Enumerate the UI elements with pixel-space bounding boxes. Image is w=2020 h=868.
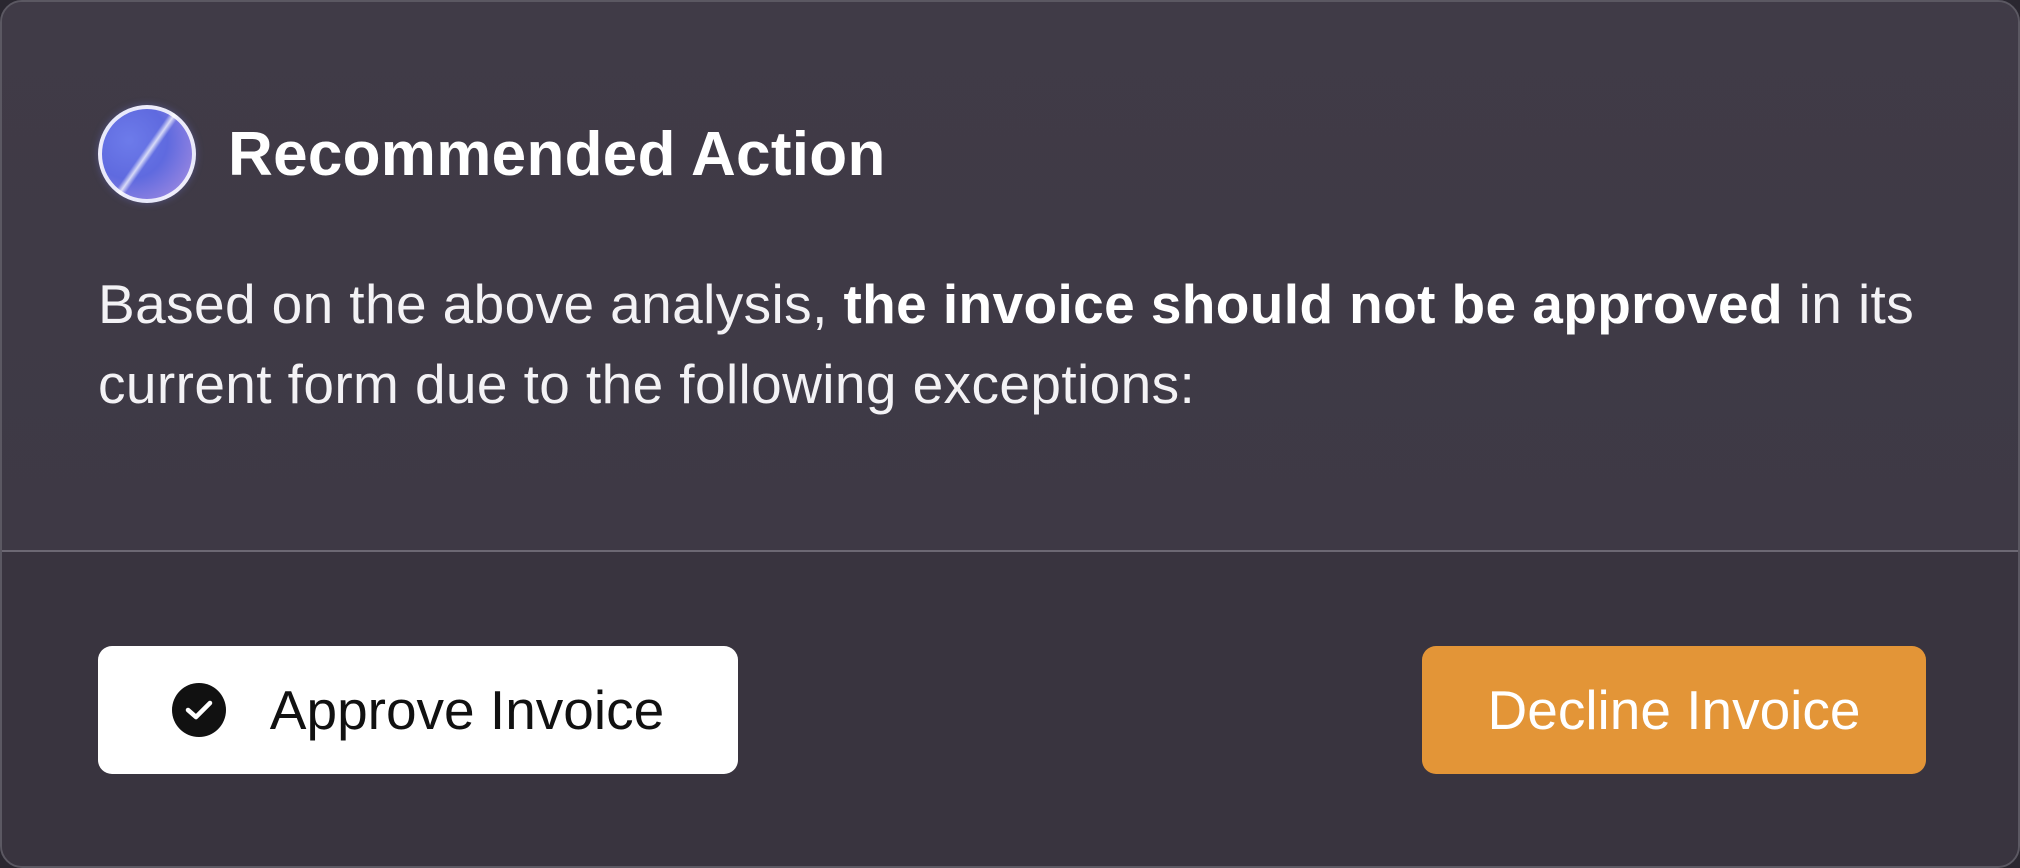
approve-invoice-label: Approve Invoice — [269, 679, 665, 741]
recommended-action-card: Recommended Action Based on the above an… — [0, 0, 2020, 868]
approve-invoice-button[interactable]: Approve Invoice — [98, 646, 738, 774]
ai-orb-icon — [98, 105, 196, 203]
recommendation-text: Based on the above analysis, the invoice… — [98, 264, 1938, 424]
card-actions: Approve Invoice Decline Invoice — [2, 552, 2018, 866]
card-header: Recommended Action — [98, 104, 886, 204]
card-body: Recommended Action Based on the above an… — [2, 2, 2018, 550]
check-mark-glyph — [185, 700, 213, 720]
recommendation-text-emphasis: the invoice should not be approved — [843, 273, 1783, 335]
decline-invoice-button[interactable]: Decline Invoice — [1422, 646, 1926, 774]
check-circle-icon — [171, 683, 226, 737]
decline-invoice-label: Decline Invoice — [1487, 679, 1861, 741]
recommendation-text-intro: Based on the above analysis, — [98, 273, 844, 335]
card-title: Recommended Action — [228, 119, 886, 189]
